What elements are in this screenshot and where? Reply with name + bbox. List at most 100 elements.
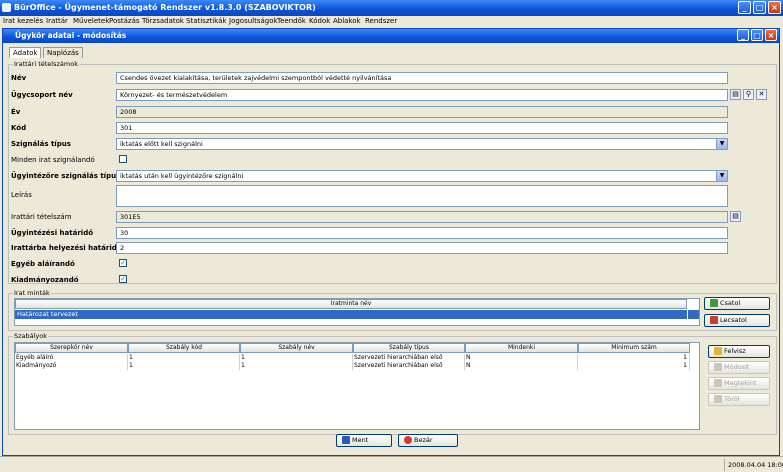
csatol-label: Csatol <box>720 299 741 307</box>
cell-kod: 1 <box>128 362 240 370</box>
menu-irattar[interactable]: Irattár <box>46 17 68 25</box>
app-title-bar: BürOffice - Ügymenet-támogató Rendszer v… <box>0 0 783 16</box>
save-icon <box>342 436 350 444</box>
close-icon[interactable]: × <box>768 1 781 14</box>
kod-label: Kód <box>11 124 27 132</box>
cell-szerepkor: Kiadmányozó <box>15 362 128 370</box>
ugyintezo-select[interactable]: iktatás után kell ügyintézőre szignálni … <box>116 170 728 182</box>
close-icon <box>404 436 412 444</box>
tetelszam-label: Irattári tételszám <box>11 213 72 221</box>
minden-label: Minden irat szignálandó <box>11 156 95 164</box>
col-szerepkor[interactable]: Szerepkör név <box>15 343 128 353</box>
select-icon[interactable]: ▤ <box>730 89 741 100</box>
bezar-label: Bezár <box>414 436 433 444</box>
modosit-label: Módosít <box>724 363 750 371</box>
szignalas-label: Szignálás típus <box>11 140 71 148</box>
megtekint-label: Megtekint <box>724 379 757 387</box>
felvisz-label: Felvisz <box>724 347 746 355</box>
megtekint-button[interactable]: Megtekint <box>708 377 770 390</box>
irattarba-field[interactable]: 2 <box>116 242 728 254</box>
menu-irat-kezeles[interactable]: Irat kezelés <box>3 17 43 25</box>
cell-minimum: 1 <box>578 354 690 362</box>
ment-button[interactable]: Ment <box>336 434 392 447</box>
egyeb-checkbox[interactable]: ✓ <box>119 259 127 267</box>
minden-checkbox[interactable] <box>119 155 127 163</box>
cell-nev: 1 <box>240 354 353 362</box>
szignalas-select[interactable]: iktatás előtt kell szignálni ▼ <box>116 138 728 150</box>
hatarido-label: Ügyintézési határidő <box>11 229 94 237</box>
lecsatol-button[interactable]: Lecsatol <box>704 314 770 327</box>
window-minimize-icon[interactable]: _ <box>737 29 749 41</box>
torol-button[interactable]: Töröl <box>708 393 770 406</box>
leiras-field[interactable] <box>116 185 728 207</box>
iratmintak-group-label: Irat minták <box>13 289 51 297</box>
cell-nev: 1 <box>240 362 353 370</box>
col-minimum[interactable]: Minimum szám <box>578 343 690 353</box>
cell-tipus: Szervezeti hierarchiában első <box>353 362 465 370</box>
window-close-icon[interactable]: × <box>765 29 777 41</box>
cell-minimum: 1 <box>578 362 690 370</box>
edit-icon <box>714 363 722 371</box>
kiad-label: Kiadmányozandó <box>11 276 79 284</box>
menu-bar: Irat kezelés Irattár Műveletek Postázás … <box>0 16 783 28</box>
minimize-icon[interactable]: _ <box>738 1 751 14</box>
menu-statisztikak[interactable]: Statisztikák <box>186 17 226 25</box>
add-icon <box>714 347 722 355</box>
menu-postazas[interactable]: Postázás <box>109 17 140 25</box>
iratminta-col-header[interactable]: Iratminta név <box>15 299 687 309</box>
maximize-icon[interactable]: □ <box>753 1 766 14</box>
detach-icon <box>710 316 718 324</box>
tab-adatok[interactable]: Adatok <box>9 47 42 58</box>
kiad-checkbox[interactable]: ✓ <box>119 275 127 283</box>
delete-icon[interactable]: ✕ <box>756 89 767 100</box>
menu-torzsadatok[interactable]: Törzsadatok <box>142 17 184 25</box>
menu-rendszer[interactable]: Rendszer <box>365 17 397 25</box>
col-szabaly-kod[interactable]: Szabály kód <box>128 343 240 353</box>
col-szabaly-tipus[interactable]: Szabály típus <box>353 343 465 353</box>
irattarba-label: Irattárba helyezési határidő <box>11 244 122 252</box>
ugycsoport-field[interactable]: Környezet- és természetvédelem <box>116 89 728 101</box>
search-icon[interactable]: ⚲ <box>743 89 754 100</box>
modosit-button[interactable]: Módosít <box>708 361 770 374</box>
nev-label: Név <box>11 74 27 82</box>
window-maximize-icon[interactable]: □ <box>751 29 763 41</box>
app-title: BürOffice - Ügymenet-támogató Rendszer v… <box>14 3 316 12</box>
menu-kodok[interactable]: Kódok <box>309 17 330 25</box>
status-datetime: 2008.04.04 18:00 <box>728 461 783 469</box>
ugyintezo-value: iktatás után kell ügyintézőre szignálni <box>120 172 244 180</box>
nev-field[interactable]: Csendes övezet kialakítása, területek za… <box>116 72 728 84</box>
window-title: Ügykör adatai - módosítás <box>15 31 127 40</box>
trash-icon <box>714 395 722 403</box>
cell-kod: 1 <box>128 354 240 362</box>
ugyintezo-label: Ügyintézőre szignálás típus <box>11 172 121 180</box>
leiras-label: Leírás <box>11 191 32 199</box>
kod-field[interactable]: 301 <box>116 122 728 134</box>
torol-label: Töröl <box>724 395 740 403</box>
view-icon <box>714 379 722 387</box>
felvisz-button[interactable]: Felvisz <box>708 345 770 358</box>
chevron-down-icon[interactable]: ▼ <box>716 171 727 181</box>
menu-muveletek[interactable]: Műveletek <box>73 17 109 25</box>
csatol-button[interactable]: Csatol <box>704 297 770 310</box>
tetelszam-field: 301E5 <box>116 211 728 223</box>
cell-mindenki: N <box>465 362 578 370</box>
irattari-group-label: Irattári tételszámok <box>13 60 79 68</box>
col-szabaly-nev[interactable]: Szabály név <box>240 343 353 353</box>
window-title-bar: Ügykör adatai - módosítás _ □ × <box>3 29 779 43</box>
bezar-button[interactable]: Bezár <box>398 434 458 447</box>
col-mindenki[interactable]: Mindenki <box>465 343 578 353</box>
menu-ablakok[interactable]: Ablakok <box>333 17 361 25</box>
menu-jogosultsagok[interactable]: Jogosultságok <box>229 17 278 25</box>
app-icon <box>2 3 11 12</box>
menu-teendok[interactable]: Teendők <box>277 17 306 25</box>
lecsatol-label: Lecsatol <box>720 316 747 324</box>
chevron-down-icon[interactable]: ▼ <box>716 139 727 149</box>
tab-naplozas[interactable]: Naplózás <box>43 47 83 58</box>
ugycsoport-label: Ügycsoport név <box>11 91 73 99</box>
select-icon[interactable]: ▤ <box>730 211 741 222</box>
hatarido-field[interactable]: 30 <box>116 227 728 239</box>
iratminta-row[interactable]: Határozat tervezet <box>15 310 687 319</box>
szignalas-value: iktatás előtt kell szignálni <box>120 140 203 148</box>
ev-label: Év <box>11 108 21 116</box>
ment-label: Ment <box>352 436 369 444</box>
